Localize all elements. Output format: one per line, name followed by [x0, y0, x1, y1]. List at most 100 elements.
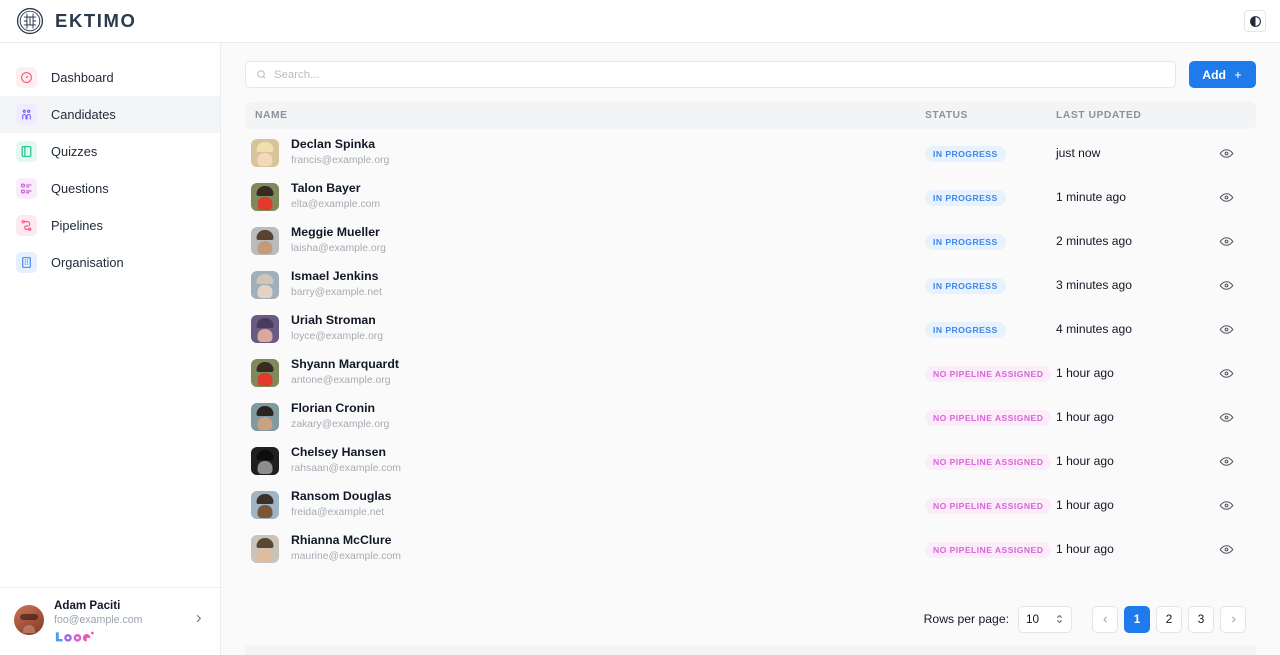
status-badge: IN PROGRESS [925, 190, 1006, 206]
rows-per-page-value: 10 [1026, 612, 1039, 626]
sidebar-item-label: Questions [51, 181, 109, 196]
candidate-name: Rhianna McClure [291, 533, 401, 549]
status-badge: IN PROGRESS [925, 322, 1006, 338]
eye-icon [1219, 278, 1234, 293]
cell-last-updated: 1 hour ago [1056, 454, 1196, 468]
name-block: Florian Croninzakary@example.org [291, 401, 389, 432]
cell-actions [1196, 542, 1246, 557]
view-button[interactable] [1219, 322, 1234, 337]
view-button[interactable] [1219, 454, 1234, 469]
candidate-name: Uriah Stroman [291, 313, 383, 329]
rows-per-page-select[interactable]: 10 [1018, 606, 1072, 633]
sidebar-item-questions[interactable]: Questions [0, 170, 220, 207]
building-icon [16, 252, 37, 273]
cell-actions [1196, 278, 1246, 293]
candidate-email: maurine@example.com [291, 549, 401, 564]
add-button[interactable]: Add [1189, 61, 1256, 88]
column-header-status: STATUS [925, 110, 1056, 121]
cell-last-updated: 1 hour ago [1056, 542, 1196, 556]
table-row[interactable]: Uriah Stromanloyce@example.orgIN PROGRES… [245, 307, 1256, 351]
top-bar: EKTIMO [0, 0, 1280, 43]
view-button[interactable] [1219, 366, 1234, 381]
page-button[interactable]: 1 [1124, 606, 1150, 633]
view-button[interactable] [1219, 410, 1234, 425]
table-row[interactable]: Ransom Douglasfreida@example.netNO PIPEL… [245, 483, 1256, 527]
table-row[interactable]: Rhianna McCluremaurine@example.comNO PIP… [245, 527, 1256, 571]
name-block: Meggie Muellerlaisha@example.org [291, 225, 386, 256]
app-root: EKTIMO Dashboard [0, 0, 1280, 655]
avatar [251, 271, 279, 299]
cell-last-updated: 3 minutes ago [1056, 278, 1196, 292]
candidate-email: antone@example.org [291, 373, 399, 388]
status-badge: IN PROGRESS [925, 146, 1006, 162]
name-block: Ransom Douglasfreida@example.net [291, 489, 391, 520]
eye-icon [1219, 498, 1234, 513]
list-check-icon [16, 178, 37, 199]
user-email: foo@example.com [54, 613, 183, 628]
view-button[interactable] [1219, 278, 1234, 293]
cell-actions [1196, 366, 1246, 381]
user-profile-button[interactable]: Adam Paciti foo@example.com [0, 587, 220, 655]
table-row[interactable]: Florian Croninzakary@example.orgNO PIPEL… [245, 395, 1256, 439]
book-icon [16, 141, 37, 162]
page-buttons: 123 [1092, 606, 1246, 633]
sidebar-item-candidates[interactable]: Candidates [0, 96, 220, 133]
view-button[interactable] [1219, 190, 1234, 205]
cell-status: IN PROGRESS [925, 188, 1056, 206]
search-box[interactable] [245, 61, 1176, 88]
table-row[interactable]: Ismael Jenkinsbarry@example.netIN PROGRE… [245, 263, 1256, 307]
avatar [251, 183, 279, 211]
status-badge: IN PROGRESS [925, 234, 1006, 250]
pagination: Rows per page: 10 123 [245, 579, 1256, 645]
table-row[interactable]: Meggie Muellerlaisha@example.org IN PROGR… [245, 219, 1256, 263]
cell-name: Talon Bayerelta@example.com [251, 181, 925, 212]
cell-name: Declan Spinkafrancis@example.org [251, 137, 925, 168]
candidate-name: Florian Cronin [291, 401, 389, 417]
cell-actions [1196, 498, 1246, 513]
cell-status: IN PROGRESS [925, 320, 1056, 338]
sidebar-item-pipelines[interactable]: Pipelines [0, 207, 220, 244]
cell-actions [1196, 190, 1246, 205]
theme-toggle-button[interactable] [1244, 10, 1266, 32]
chevron-left-icon [1101, 615, 1110, 624]
table-row[interactable]: Shyann Marquardtantone@example.org NO PIP… [245, 351, 1256, 395]
sidebar-nav: Dashboard Candidates [0, 43, 220, 587]
view-button[interactable] [1219, 542, 1234, 557]
avatar [251, 447, 279, 475]
candidate-name: Chelsey Hansen [291, 445, 401, 461]
toolbar: Add [245, 61, 1256, 88]
page-button[interactable]: 2 [1156, 606, 1182, 633]
table-row[interactable]: Chelsey Hansenrahsaan@example.comNO PIPE… [245, 439, 1256, 483]
view-button[interactable] [1219, 498, 1234, 513]
table-row[interactable]: Talon Bayerelta@example.comIN PROGRESS 1 … [245, 175, 1256, 219]
cell-status: IN PROGRESS [925, 276, 1056, 294]
candidate-email: barry@example.net [291, 285, 382, 300]
next-page-button[interactable] [1220, 606, 1246, 633]
contrast-moon-icon [1249, 15, 1262, 28]
brand[interactable]: EKTIMO [16, 7, 137, 35]
name-block: Chelsey Hansenrahsaan@example.com [291, 445, 401, 476]
table-row[interactable]: Declan Spinkafrancis@example.orgIN PROGR… [245, 131, 1256, 175]
eye-icon [1219, 542, 1234, 557]
brand-name: EKTIMO [55, 10, 137, 32]
cell-last-updated: 4 minutes ago [1056, 322, 1196, 336]
sidebar-item-dashboard[interactable]: Dashboard [0, 59, 220, 96]
search-input[interactable] [274, 69, 1165, 81]
name-block: Shyann Marquardtantone@example.org [291, 357, 399, 388]
cell-status: NO PIPELINE ASSIGNED [925, 364, 1056, 382]
sidebar-item-label: Organisation [51, 255, 124, 270]
avatar [251, 139, 279, 167]
prev-page-button[interactable] [1092, 606, 1118, 633]
view-button[interactable] [1219, 234, 1234, 249]
cell-status: IN PROGRESS [925, 232, 1056, 250]
cell-actions [1196, 234, 1246, 249]
cell-actions [1196, 410, 1246, 425]
page-button[interactable]: 3 [1188, 606, 1214, 633]
sidebar-item-quizzes[interactable]: Quizzes [0, 133, 220, 170]
sidebar-item-organisation[interactable]: Organisation [0, 244, 220, 281]
view-button[interactable] [1219, 146, 1234, 161]
eye-icon [1219, 322, 1234, 337]
cell-actions [1196, 146, 1246, 161]
cell-last-updated: 1 minute ago [1056, 190, 1196, 204]
sidebar: Dashboard Candidates [0, 43, 221, 655]
